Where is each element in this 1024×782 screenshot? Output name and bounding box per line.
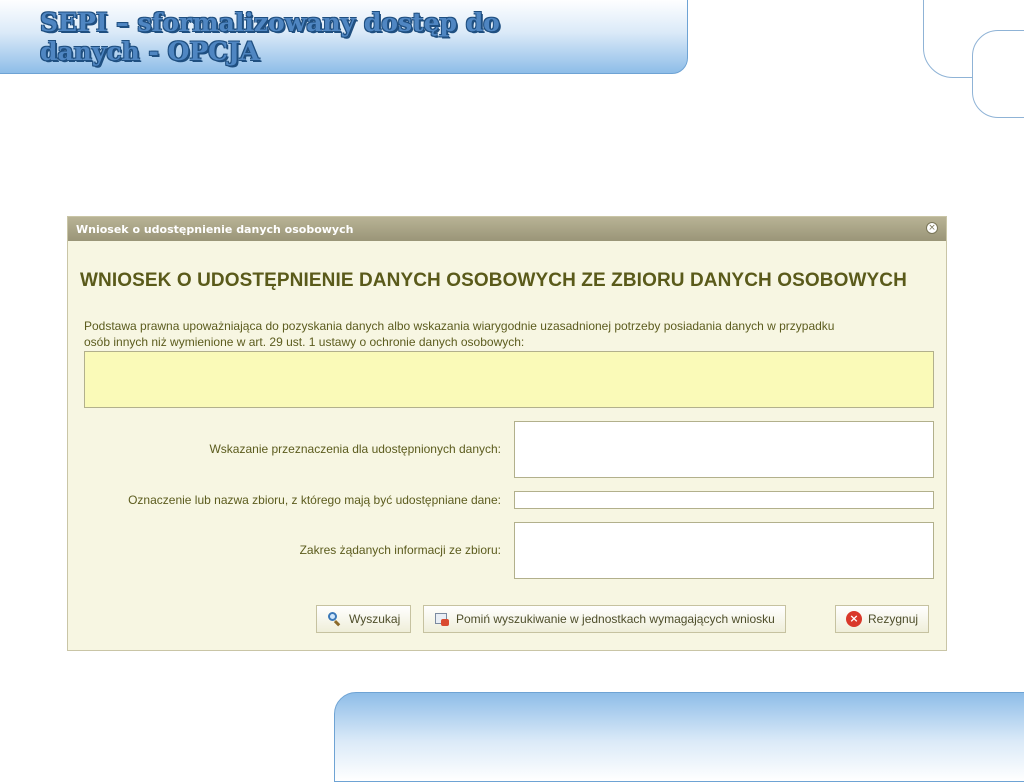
cancel-button[interactable]: × Rezygnuj xyxy=(835,605,930,633)
legal-basis-textarea[interactable] xyxy=(84,351,934,408)
skip-search-button[interactable]: Pomiń wyszukiwanie w jednostkach wymagaj… xyxy=(423,605,786,633)
dialog-titlebar[interactable]: Wniosek o udostępnienie danych osobowych… xyxy=(68,217,946,241)
purpose-textarea[interactable] xyxy=(514,421,934,478)
legal-basis-label-line-2: osób innych niż wymienione w art. 29 ust… xyxy=(84,335,525,349)
scope-label: Zakres żądanych informacji ze zbioru: xyxy=(299,543,501,557)
cancel-icon: × xyxy=(846,611,862,627)
scope-textarea[interactable] xyxy=(514,522,934,579)
slide-title-line-2: danych - OPCJA xyxy=(40,37,260,66)
dialog-title: Wniosek o udostępnienie danych osobowych xyxy=(76,223,354,236)
form-heading: WNIOSEK O UDOSTĘPNIENIE DANYCH OSOBOWYCH… xyxy=(80,270,907,291)
cancel-button-label: Rezygnuj xyxy=(868,612,919,626)
slide-title: SEPI – sformalizowany dostęp do danych -… xyxy=(40,8,660,66)
close-icon[interactable]: × xyxy=(926,222,938,234)
document-skip-icon xyxy=(434,611,450,627)
dataset-name-label: Oznaczenie lub nazwa zbioru, z którego m… xyxy=(128,493,501,507)
slide-title-line-1: SEPI – sformalizowany dostęp do xyxy=(40,8,500,37)
legal-basis-label-line-1: Podstawa prawna upoważniająca do pozyska… xyxy=(84,319,835,333)
dataset-name-input[interactable] xyxy=(514,491,934,509)
purpose-label: Wskazanie przeznaczenia dla udostępniony… xyxy=(209,442,501,456)
decorative-curve xyxy=(972,30,1024,118)
skip-search-button-label: Pomiń wyszukiwanie w jednostkach wymagaj… xyxy=(456,612,775,626)
search-button[interactable]: Wyszukaj xyxy=(316,605,412,633)
request-dialog: Wniosek o udostępnienie danych osobowych… xyxy=(67,216,947,651)
search-button-label: Wyszukaj xyxy=(349,612,401,626)
bottom-decorative-band xyxy=(334,692,1024,782)
magnifier-icon xyxy=(327,611,343,627)
legal-basis-label: Podstawa prawna upoważniająca do pozyska… xyxy=(84,318,944,350)
